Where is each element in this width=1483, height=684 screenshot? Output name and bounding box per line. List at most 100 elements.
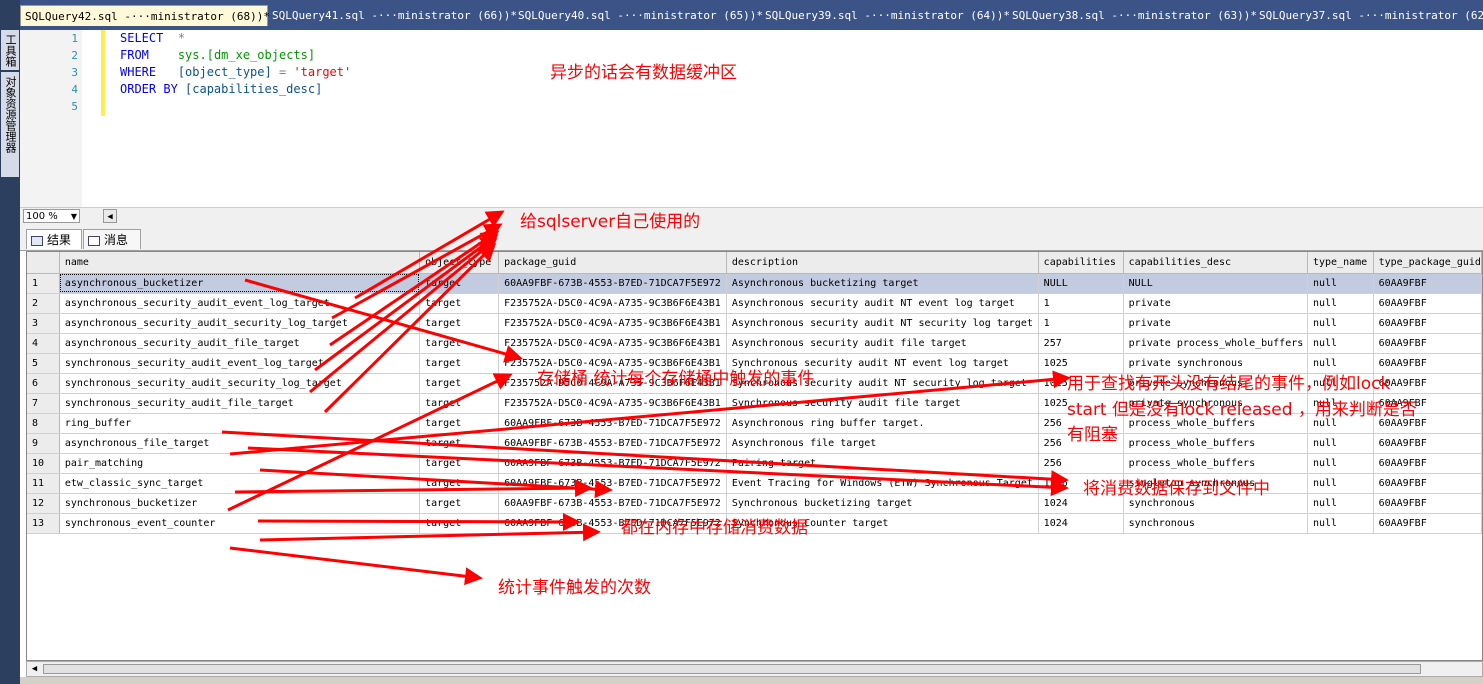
column-header[interactable]: capabilities [1038, 252, 1124, 274]
name-cell[interactable]: synchronous_security_audit_file_target [59, 393, 421, 414]
table-row[interactable]: 10 pair_matching target 60AA9FBF-673B-4553-… [27, 453, 1482, 474]
type-name-cell[interactable]: null [1307, 273, 1374, 294]
type-package-guid-cell[interactable]: 60AA9FBF [1373, 333, 1482, 354]
tab-results[interactable]: 结果 [26, 229, 82, 249]
tab-sqlquery39[interactable]: SQLQuery39.sql -···ministrator (64))* [761, 5, 1011, 26]
capabilities-desc-cell[interactable]: process_whole_buffers [1123, 453, 1308, 474]
description-cell[interactable]: Asynchronous ring buffer target. [726, 413, 1039, 434]
name-cell[interactable]: synchronous_event_counter [59, 513, 421, 534]
capabilities-desc-cell[interactable]: private [1123, 313, 1308, 334]
package-guid-cell[interactable]: 60AA9FBF-673B-4553-B7ED-71DCA7F5E972 [498, 493, 727, 514]
name-cell[interactable]: synchronous_security_audit_event_log_tar… [59, 353, 421, 374]
column-header[interactable]: description [726, 252, 1039, 274]
type-package-guid-cell[interactable]: 60AA9FBF [1373, 473, 1482, 494]
description-cell[interactable]: Asynchronous security audit NT security … [726, 313, 1039, 334]
object-explorer-tab[interactable]: 对象资源管理器 [1, 72, 19, 177]
object-type-cell[interactable]: target [419, 333, 500, 354]
scroll-left-arrow[interactable]: ◀ [28, 663, 41, 675]
capabilities-desc-cell[interactable]: process_whole_buffers [1123, 433, 1308, 454]
object-type-cell[interactable]: target [419, 313, 500, 334]
row-number[interactable]: 9 [27, 433, 60, 454]
object-type-cell[interactable]: target [419, 453, 500, 474]
row-number[interactable]: 8 [27, 413, 60, 434]
column-header[interactable]: type_name [1307, 252, 1374, 274]
package-guid-cell[interactable]: 60AA9FBF-673B-4553-B7ED-71DCA7F5E972 [498, 453, 727, 474]
scroll-left-button[interactable]: ◀ [103, 209, 117, 223]
name-cell[interactable]: asynchronous_security_audit_file_target [59, 333, 421, 354]
name-cell[interactable]: asynchronous_file_target [59, 433, 421, 454]
row-number[interactable]: 5 [27, 353, 60, 374]
row-number[interactable]: 4 [27, 333, 60, 354]
type-name-cell[interactable]: null [1307, 473, 1374, 494]
object-type-cell[interactable]: target [419, 513, 500, 534]
capabilities-desc-cell[interactable]: NULL [1123, 273, 1308, 294]
table-row[interactable]: 9 asynchronous_file_target target 60AA9FBF-… [27, 433, 1482, 454]
description-cell[interactable]: Asynchronous bucketizing target [726, 273, 1039, 294]
name-cell[interactable]: synchronous_bucketizer [59, 493, 421, 514]
type-name-cell[interactable]: null [1307, 333, 1374, 354]
type-package-guid-cell[interactable]: 60AA9FBF [1373, 313, 1482, 334]
row-number[interactable]: 11 [27, 473, 60, 494]
table-row[interactable]: 4 asynchronous_security_audit_file_target… [27, 333, 1482, 354]
object-type-cell[interactable]: target [419, 433, 500, 454]
object-type-cell[interactable]: target [419, 413, 500, 434]
name-cell[interactable]: ring_buffer [59, 413, 421, 434]
description-cell[interactable]: Event Tracing for Windows (ETW) Synchron… [726, 473, 1039, 494]
name-cell[interactable]: pair_matching [59, 453, 421, 474]
column-header[interactable]: object_type [419, 252, 500, 274]
corner-header[interactable] [27, 252, 60, 274]
table-row[interactable]: 3 asynchronous_security_audit_security_lo… [27, 313, 1482, 334]
row-number[interactable]: 12 [27, 493, 60, 514]
capabilities-cell[interactable]: 256 [1038, 453, 1124, 474]
row-number[interactable]: 2 [27, 293, 60, 314]
table-row[interactable]: 1 asynchronous_bucketizer target 60AA9FBF-6… [27, 273, 1482, 294]
description-cell[interactable]: Synchronous security audit file target [726, 393, 1039, 414]
results-grid[interactable]: name object_type package_guid descriptio… [26, 251, 1483, 661]
object-type-cell[interactable]: target [419, 273, 500, 294]
package-guid-cell[interactable]: F235752A-D5C0-4C9A-A735-9C3B6F6E43B1 [498, 313, 727, 334]
package-guid-cell[interactable]: F235752A-D5C0-4C9A-A735-9C3B6F6E43B1 [498, 393, 727, 414]
tab-sqlquery41[interactable]: SQLQuery41.sql -···ministrator (66))* [268, 5, 518, 26]
name-cell[interactable]: etw_classic_sync_target [59, 473, 421, 494]
description-cell[interactable]: Asynchronous security audit file target [726, 333, 1039, 354]
type-package-guid-cell[interactable]: 60AA9FBF [1373, 493, 1482, 514]
row-number[interactable]: 6 [27, 373, 60, 394]
name-cell[interactable]: asynchronous_security_audit_security_log… [59, 313, 421, 334]
capabilities-cell[interactable]: 1024 [1038, 513, 1124, 534]
type-name-cell[interactable]: null [1307, 293, 1374, 314]
row-number[interactable]: 10 [27, 453, 60, 474]
horizontal-scrollbar[interactable]: ◀ [26, 661, 1483, 677]
query-editor[interactable]: 1 2 3 4 5 SELECT * FROM sys.[dm_xe_objec… [20, 30, 1483, 207]
package-guid-cell[interactable]: F235752A-D5C0-4C9A-A735-9C3B6F6E43B1 [498, 293, 727, 314]
package-guid-cell[interactable]: 60AA9FBF-673B-4553-B7ED-71DCA7F5E972 [498, 473, 727, 494]
name-cell[interactable]: synchronous_security_audit_security_log_… [59, 373, 421, 394]
scrollbar-thumb[interactable] [43, 664, 1421, 674]
tab-sqlquery42[interactable]: SQLQuery42.sql -···ministrator (68))* × [20, 5, 285, 26]
capabilities-cell[interactable]: 1 [1038, 293, 1124, 314]
type-package-guid-cell[interactable]: 60AA9FBF [1373, 453, 1482, 474]
row-number[interactable]: 3 [27, 313, 60, 334]
name-cell[interactable]: asynchronous_bucketizer [59, 273, 421, 294]
column-header[interactable]: package_guid [498, 252, 727, 274]
description-cell[interactable]: Asynchronous security audit NT event log… [726, 293, 1039, 314]
type-package-guid-cell[interactable]: 60AA9FBF [1373, 273, 1482, 294]
column-header[interactable]: type_package_guid [1373, 252, 1482, 274]
capabilities-desc-cell[interactable]: private [1123, 293, 1308, 314]
capabilities-desc-cell[interactable]: private process_whole_buffers [1123, 333, 1308, 354]
description-cell[interactable]: Synchronous bucketizing target [726, 493, 1039, 514]
name-cell[interactable]: asynchronous_security_audit_event_log_ta… [59, 293, 421, 314]
type-package-guid-cell[interactable]: 60AA9FBF [1373, 433, 1482, 454]
zoom-select[interactable]: 100 % ▼ [23, 209, 80, 223]
package-guid-cell[interactable]: F235752A-D5C0-4C9A-A735-9C3B6F6E43B1 [498, 333, 727, 354]
object-type-cell[interactable]: target [419, 393, 500, 414]
object-type-cell[interactable]: target [419, 293, 500, 314]
row-number[interactable]: 13 [27, 513, 60, 534]
capabilities-cell[interactable]: NULL [1038, 273, 1124, 294]
object-type-cell[interactable]: target [419, 493, 500, 514]
object-type-cell[interactable]: target [419, 473, 500, 494]
description-cell[interactable]: Asynchronous file target [726, 433, 1039, 454]
column-header[interactable]: capabilities_desc [1123, 252, 1308, 274]
object-type-cell[interactable]: target [419, 353, 500, 374]
object-type-cell[interactable]: target [419, 373, 500, 394]
type-name-cell[interactable]: null [1307, 313, 1374, 334]
